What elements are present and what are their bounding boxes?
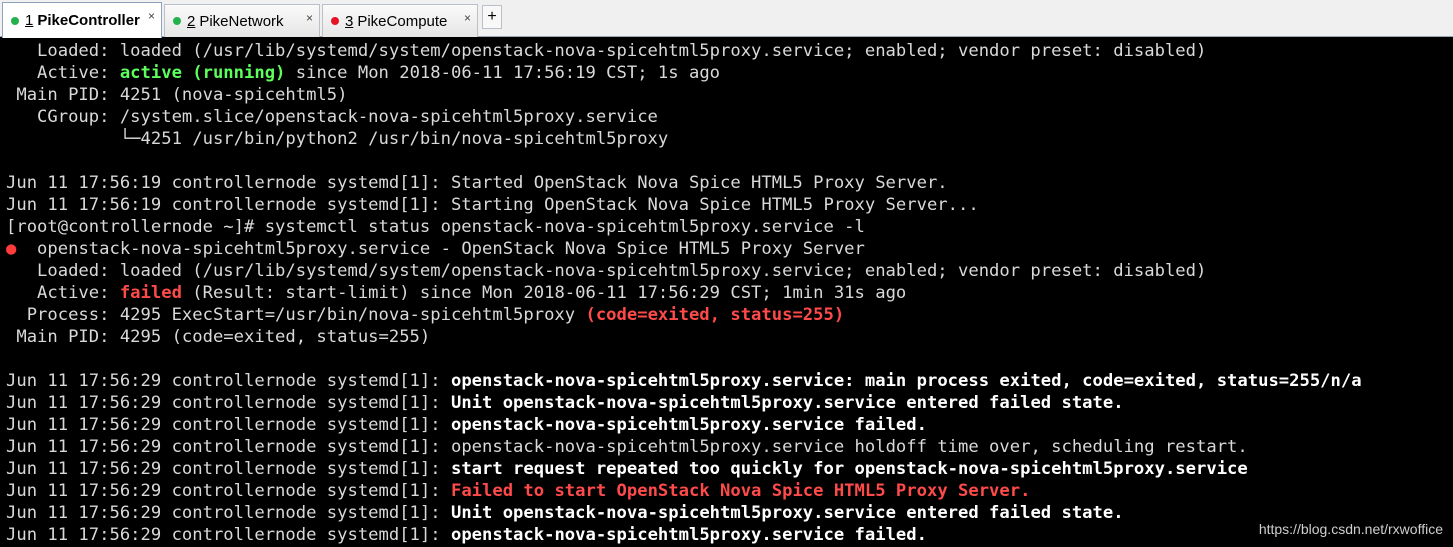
status-dot-icon <box>11 16 19 25</box>
terminal-line: CGroup: /system.slice/openstack-nova-spi… <box>6 107 658 127</box>
log-message: Unit openstack-nova-spicehtml5proxy.serv… <box>450 503 1124 523</box>
tab-label: PikeCompute <box>357 12 448 30</box>
log-line: Jun 11 17:56:29 controllernode systemd[1… <box>6 480 1453 502</box>
terminal-line: └─4251 /usr/bin/python2 /usr/bin/nova-sp… <box>6 129 669 149</box>
tab-label: PikeNetwork <box>199 12 284 30</box>
log-line: Jun 11 17:56:29 controllernode systemd[1… <box>6 458 1453 480</box>
terminal-line: Jun 11 17:56:19 controllernode systemd[1… <box>6 195 979 215</box>
unit-title: openstack-nova-spicehtml5proxy.service -… <box>16 239 865 259</box>
log-prefix: Jun 11 17:56:29 controllernode systemd[1… <box>6 437 451 457</box>
terminal-line: Main PID: 4251 (nova-spicehtml5) <box>6 85 348 105</box>
status-label: Active: <box>6 63 120 83</box>
tab-number: 3 <box>345 12 354 30</box>
log-prefix: Jun 11 17:56:29 controllernode systemd[1… <box>6 459 451 479</box>
tab-number: 1 <box>25 12 34 29</box>
log-message: start request repeated too quickly for o… <box>450 459 1248 479</box>
log-line: Jun 11 17:56:29 controllernode systemd[1… <box>6 524 1453 546</box>
terminal-command-line: [root@controllernode ~]# systemctl statu… <box>6 217 865 237</box>
tab-bar: 1 PikeController × 2 PikeNetwork × 3 Pik… <box>0 0 1453 38</box>
tab-pikecompute[interactable]: 3 PikeCompute × <box>322 4 478 37</box>
status-running: active (running) <box>119 63 286 83</box>
close-icon[interactable]: × <box>306 11 313 25</box>
log-line: Jun 11 17:56:29 controllernode systemd[1… <box>6 502 1453 524</box>
log-message: openstack-nova-spicehtml5proxy.service: … <box>450 371 1362 391</box>
terminal-line: Process: 4295 ExecStart=/usr/bin/nova-sp… <box>6 304 1453 326</box>
log-line: Jun 11 17:56:29 controllernode systemd[1… <box>6 414 1453 436</box>
log-message: openstack-nova-spicehtml5proxy.service h… <box>450 437 1248 457</box>
watermark: https://blog.csdn.net/rxwoffice <box>1258 521 1443 537</box>
log-line: Jun 11 17:56:29 controllernode systemd[1… <box>6 370 1453 392</box>
terminal-line: ● openstack-nova-spicehtml5proxy.service… <box>6 238 1453 260</box>
log-line: Jun 11 17:56:29 controllernode systemd[1… <box>6 392 1453 414</box>
exit-code: (code=exited, status=255) <box>585 305 845 325</box>
terminal-line: Active: active (running) since Mon 2018-… <box>6 62 1453 84</box>
tab-number: 2 <box>187 12 196 30</box>
failed-bullet-icon: ● <box>6 239 17 259</box>
tab-label: PikeController <box>37 12 140 29</box>
log-message: openstack-nova-spicehtml5proxy.service f… <box>450 415 927 435</box>
terminal-line: Main PID: 4295 (code=exited, status=255) <box>6 327 431 347</box>
log-prefix: Jun 11 17:56:29 controllernode systemd[1… <box>6 525 451 545</box>
log-line: Jun 11 17:56:29 controllernode systemd[1… <box>6 436 1453 458</box>
terminal-output[interactable]: Loaded: loaded (/usr/lib/systemd/system/… <box>6 40 1453 547</box>
terminal-line: Loaded: loaded (/usr/lib/systemd/system/… <box>6 261 1207 281</box>
terminal-line: Loaded: loaded (/usr/lib/systemd/system/… <box>6 41 1207 61</box>
close-icon[interactable]: × <box>148 9 155 23</box>
terminal-line: Active: failed (Result: start-limit) sin… <box>6 282 1453 304</box>
tab-pikecontroller[interactable]: 1 PikeController × <box>2 2 162 38</box>
terminal-line: Jun 11 17:56:19 controllernode systemd[1… <box>6 173 948 193</box>
log-prefix: Jun 11 17:56:29 controllernode systemd[1… <box>6 371 451 391</box>
log-prefix: Jun 11 17:56:29 controllernode systemd[1… <box>6 481 451 501</box>
log-message: openstack-nova-spicehtml5proxy.service f… <box>450 525 927 545</box>
log-prefix: Jun 11 17:56:29 controllernode systemd[1… <box>6 503 451 523</box>
status-since: (Result: start-limit) since Mon 2018-06-… <box>181 283 907 303</box>
add-tab-button[interactable]: + <box>482 5 502 29</box>
process-info: Process: 4295 ExecStart=/usr/bin/nova-sp… <box>6 305 586 325</box>
log-message-error: Failed to start OpenStack Nova Spice HTM… <box>450 481 1031 501</box>
status-failed: failed <box>119 283 182 303</box>
status-since: since Mon 2018-06-11 17:56:19 CST; 1s ag… <box>285 63 721 83</box>
tab-pikenetwork[interactable]: 2 PikeNetwork × <box>164 4 320 37</box>
status-label: Active: <box>6 283 120 303</box>
status-dot-icon <box>173 17 181 25</box>
log-message: Unit openstack-nova-spicehtml5proxy.serv… <box>450 393 1124 413</box>
log-prefix: Jun 11 17:56:29 controllernode systemd[1… <box>6 393 451 413</box>
log-prefix: Jun 11 17:56:29 controllernode systemd[1… <box>6 415 451 435</box>
status-dot-icon <box>331 17 339 25</box>
close-icon[interactable]: × <box>464 11 471 25</box>
